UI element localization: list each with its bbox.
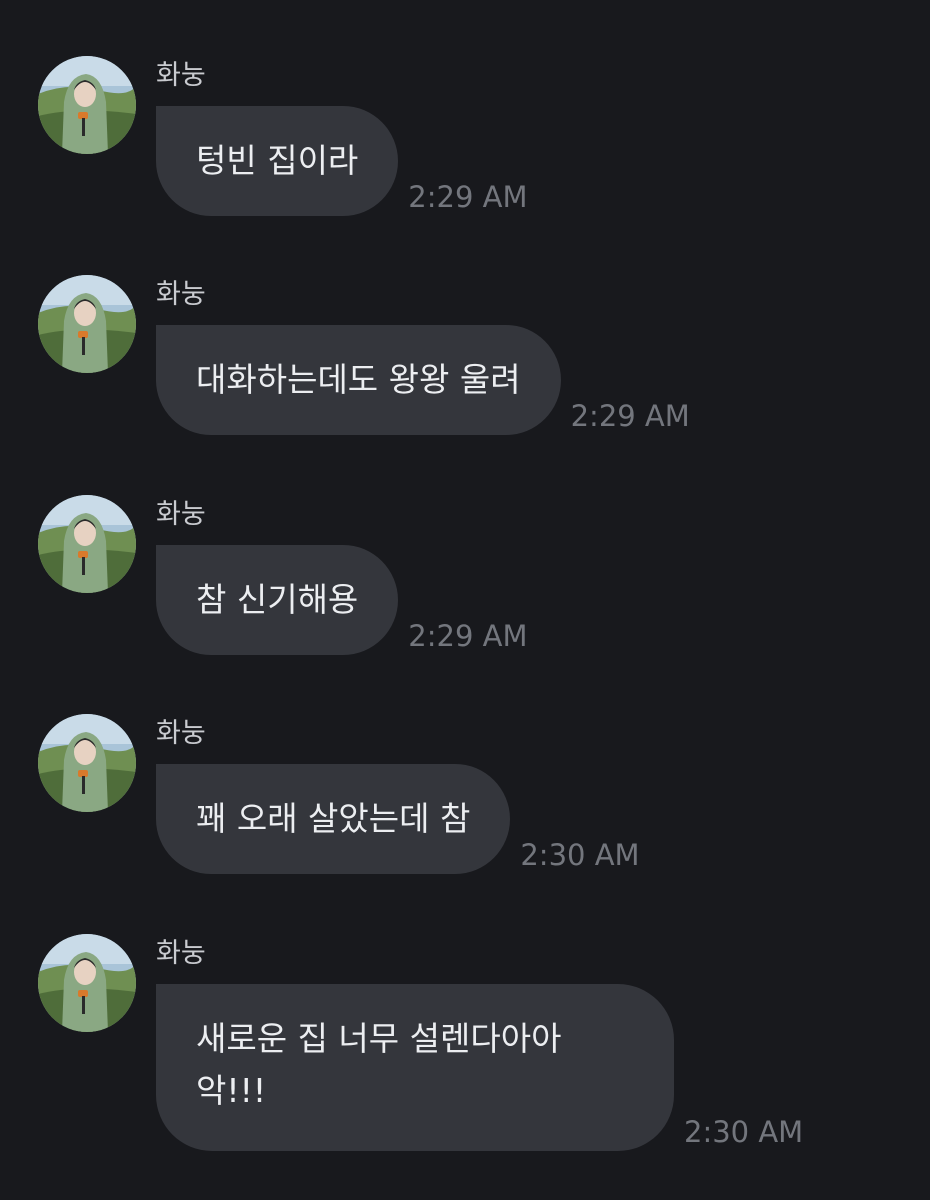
message-timestamp: 2:29 AM <box>570 399 690 433</box>
message-row: 새로운 집 너무 설렌다아아 악!!! 2:30 AM <box>156 984 803 1151</box>
avatar[interactable] <box>38 934 136 1032</box>
message-row: 텅빈 집이라 2:29 AM <box>156 106 528 216</box>
message-row: 참 신기해용 2:29 AM <box>156 545 528 655</box>
message-bubble[interactable]: 텅빈 집이라 <box>156 106 399 216</box>
avatar-photo-icon <box>38 934 136 1032</box>
message-timestamp: 2:29 AM <box>408 180 528 214</box>
message-row: 꽤 오래 살았는데 참 2:30 AM <box>156 764 640 874</box>
message-bubble[interactable]: 새로운 집 너무 설렌다아아 악!!! <box>156 984 674 1151</box>
message-timestamp: 2:30 AM <box>684 1115 804 1149</box>
sender-name: 화눙 <box>156 279 206 310</box>
avatar[interactable] <box>38 56 136 154</box>
avatar[interactable] <box>38 714 136 812</box>
avatar[interactable] <box>38 495 136 593</box>
chat-thread: 화눙 텅빈 집이라 2:29 AM 화눙 대화하는데도 왕왕 울려 2:29 A… <box>0 0 930 1200</box>
message-timestamp: 2:30 AM <box>520 838 640 872</box>
avatar-photo-icon <box>38 275 136 373</box>
sender-name: 화눙 <box>156 938 206 969</box>
sender-name: 화눙 <box>156 718 206 749</box>
avatar-photo-icon <box>38 56 136 154</box>
message-bubble[interactable]: 대화하는데도 왕왕 울려 <box>156 325 561 435</box>
sender-name: 화눙 <box>156 499 206 530</box>
message-row: 대화하는데도 왕왕 울려 2:29 AM <box>156 325 690 435</box>
message-bubble[interactable]: 꽤 오래 살았는데 참 <box>156 764 511 874</box>
message-bubble[interactable]: 참 신기해용 <box>156 545 399 655</box>
sender-name: 화눙 <box>156 60 206 91</box>
avatar[interactable] <box>38 275 136 373</box>
message-timestamp: 2:29 AM <box>408 619 528 653</box>
avatar-photo-icon <box>38 714 136 812</box>
avatar-photo-icon <box>38 495 136 593</box>
